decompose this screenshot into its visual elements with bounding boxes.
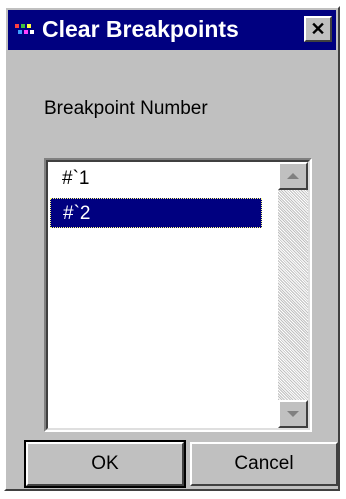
scroll-up-button[interactable]	[278, 162, 308, 190]
scroll-up-icon	[287, 173, 299, 179]
clear-breakpoints-dialog: Clear Breakpoints ✕ Breakpoint Number #`…	[4, 6, 340, 491]
scroll-down-icon	[287, 411, 299, 417]
list-item[interactable]: #`1	[50, 164, 262, 194]
close-button[interactable]: ✕	[304, 16, 332, 42]
ok-button[interactable]: OK	[24, 440, 186, 488]
list-item-selected[interactable]: #`2	[50, 198, 262, 228]
cancel-button[interactable]: Cancel	[190, 442, 338, 486]
window-title: Clear Breakpoints	[42, 16, 239, 42]
close-icon: ✕	[310, 19, 326, 39]
app-icon	[15, 24, 34, 34]
breakpoint-listbox[interactable]: #`1 #`2	[44, 158, 312, 432]
vertical-scrollbar[interactable]	[278, 162, 308, 428]
breakpoint-number-label: Breakpoint Number	[44, 98, 208, 119]
title-bar[interactable]: Clear Breakpoints ✕	[8, 10, 336, 50]
breakpoint-items: #`1 #`2	[50, 164, 262, 232]
scroll-down-button[interactable]	[278, 400, 308, 428]
